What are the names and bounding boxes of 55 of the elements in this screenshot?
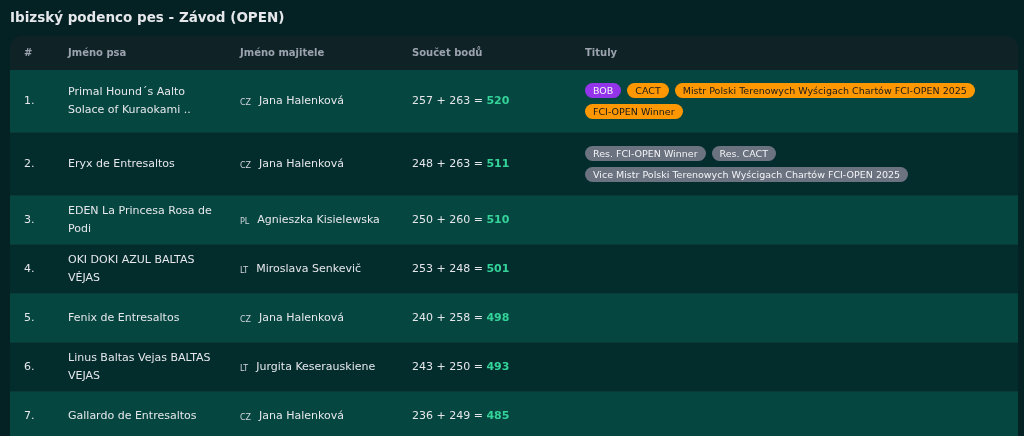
score-sum: 257 + 263 = bbox=[412, 94, 483, 107]
column-header: # bbox=[23, 46, 34, 60]
column-header: Jméno majitele bbox=[238, 46, 326, 60]
owner-name: Miroslava Senkevič bbox=[256, 261, 362, 277]
column-header: Tituly bbox=[584, 46, 619, 60]
rank-cell-text: 5. bbox=[23, 310, 36, 326]
title-badge: FCI-OPEN Winner bbox=[585, 104, 683, 119]
owner-name: Jana Halenková bbox=[259, 156, 345, 172]
score-sum: 236 + 249 = bbox=[412, 409, 483, 422]
dog-name-cell-text: EDEN La Princesa Rosa de Podi bbox=[67, 203, 213, 237]
total-score: 501 bbox=[486, 262, 510, 275]
score-sum: 240 + 258 = bbox=[412, 311, 483, 324]
country-code: CZ bbox=[240, 96, 252, 109]
rank-cell-text: 6. bbox=[23, 359, 36, 375]
owner-name: Jana Halenková bbox=[259, 310, 345, 326]
title-badge: Mistr Polski Terenowych Wyścigach Chartów FCI-OPEN 2025 bbox=[674, 83, 975, 98]
dog-name-cell-text: OKI DOKI AZUL BALTAS VĖJAS bbox=[67, 252, 196, 286]
rank-cell-text: 7. bbox=[23, 408, 36, 424]
title-badge: Vice Mistr Polski Terenowych Wyścigach Chartów FCI-OPEN 2025 bbox=[585, 167, 909, 182]
total-score: 520 bbox=[486, 94, 510, 107]
dog-name-cell-text: Linus Baltas Vejas BALTAS VEJAS bbox=[67, 350, 212, 384]
rank-cell-text: 1. bbox=[23, 93, 36, 109]
country-code: CZ bbox=[240, 313, 252, 326]
title-badge: Res. FCI-OPEN Winner bbox=[585, 146, 706, 161]
dog-name-cell-text: Fenix de Entresaltos bbox=[67, 310, 181, 326]
rank-cell-text: 3. bbox=[23, 212, 36, 228]
total-score: 510 bbox=[486, 213, 510, 226]
column-header: Součet bodů bbox=[411, 45, 484, 60]
title-badge: CACT bbox=[627, 83, 669, 98]
dog-name-cell-text: Eryx de Entresaltos bbox=[67, 156, 176, 172]
total-score: 511 bbox=[486, 157, 510, 170]
dog-name-cell-text: Gallardo de Entresaltos bbox=[67, 408, 198, 424]
owner-name: Jana Halenková bbox=[259, 93, 345, 109]
score-sum: 250 + 260 = bbox=[412, 213, 483, 226]
score-sum: 243 + 250 = bbox=[412, 360, 483, 373]
owner-name: Agnieszka Kisielewska bbox=[257, 212, 380, 228]
rank-cell-text: 2. bbox=[23, 156, 36, 172]
owner-name: Jana Halenková bbox=[259, 408, 345, 424]
country-code: LT bbox=[240, 264, 249, 277]
country-code: CZ bbox=[240, 411, 252, 424]
country-code: LT bbox=[240, 362, 249, 375]
country-code: CZ bbox=[240, 159, 252, 172]
score-sum: 253 + 248 = bbox=[412, 262, 483, 275]
country-code: PL bbox=[240, 215, 250, 228]
score-sum: 248 + 263 = bbox=[412, 157, 483, 170]
owner-name: Jurgita Keserauskiene bbox=[256, 359, 376, 375]
total-score: 498 bbox=[486, 311, 510, 324]
rank-cell-text: 4. bbox=[23, 261, 36, 277]
column-header: Jméno psa bbox=[66, 46, 128, 60]
total-score: 493 bbox=[486, 360, 510, 373]
dog-name-cell-text: Primal Hound´s Aalto Solace of Kuraokami .. bbox=[67, 84, 192, 118]
title-badge: Res. CACT bbox=[711, 146, 776, 161]
table-heading: Ibizský podenco pes - Závod (OPEN) bbox=[10, 8, 286, 26]
total-score: 485 bbox=[486, 409, 510, 422]
title-badge: BOB bbox=[585, 83, 622, 98]
